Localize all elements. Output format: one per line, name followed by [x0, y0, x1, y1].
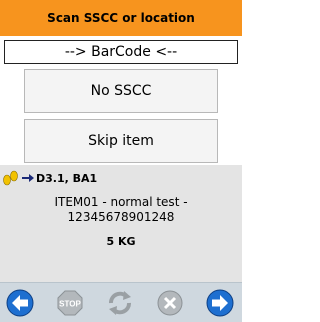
location-label: D3.1, BA1: [36, 171, 98, 185]
item-line-2: 12345678901248: [67, 210, 175, 224]
item-description: ITEM01 - normal test - 12345678901248: [0, 195, 242, 225]
no-sscc-label: No SSCC: [90, 83, 152, 99]
next-button[interactable]: [206, 289, 234, 317]
no-sscc-button[interactable]: No SSCC: [24, 69, 218, 113]
refresh-icon: [109, 291, 131, 315]
page-title: Scan SSCC or location: [47, 11, 195, 25]
back-button[interactable]: [6, 289, 34, 317]
item-line-1: ITEM01 - normal test -: [54, 195, 188, 209]
skip-item-button[interactable]: Skip item: [24, 119, 218, 163]
stop-text: STOP: [59, 300, 81, 309]
quantity-label: 5 KG: [106, 235, 136, 248]
bottom-toolbar: STOP: [0, 282, 242, 322]
barcode-input-text: --> BarCode <--: [64, 44, 178, 60]
title-bar: Scan SSCC or location: [0, 0, 242, 36]
next-arrow-icon: [206, 289, 234, 317]
cancel-button[interactable]: [156, 289, 184, 317]
item-info-panel: D3.1, BA1 ITEM01 - normal test - 1234567…: [0, 165, 242, 282]
cancel-icon: [157, 290, 183, 316]
refresh-button[interactable]: [106, 289, 134, 317]
footsteps-icon: [3, 170, 18, 186]
stop-button[interactable]: STOP: [56, 289, 84, 317]
barcode-input[interactable]: --> BarCode <--: [4, 40, 238, 64]
stop-icon: STOP: [57, 290, 83, 316]
back-arrow-icon: [6, 289, 34, 317]
location-row: D3.1, BA1: [2, 168, 97, 188]
right-arrow-icon: [22, 174, 34, 182]
skip-item-label: Skip item: [88, 133, 154, 149]
